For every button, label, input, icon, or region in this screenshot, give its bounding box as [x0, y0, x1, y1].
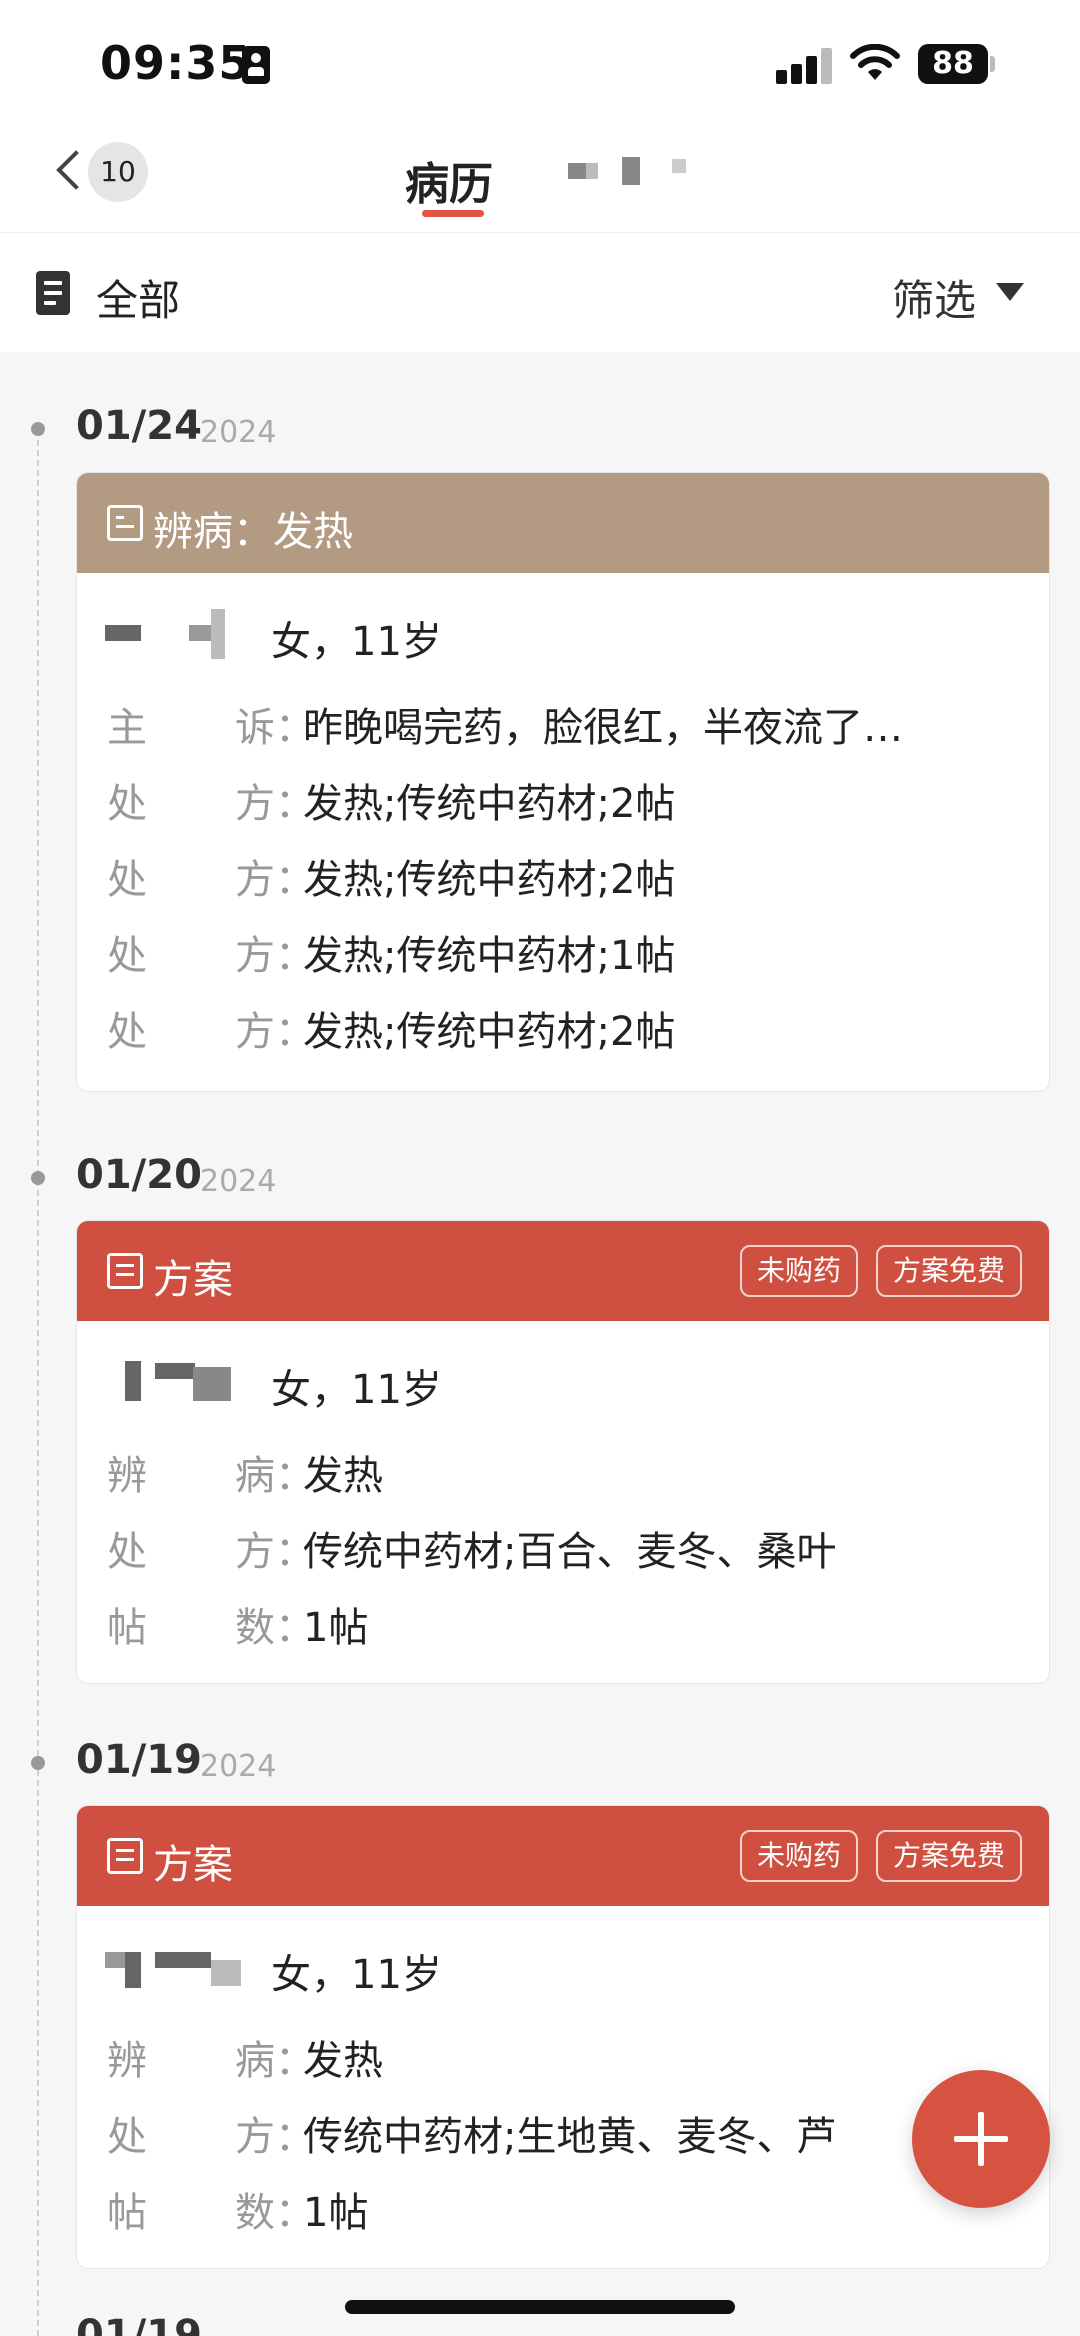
record-row: 处 方： 发热;传统中药材;2帖 [107, 771, 1027, 827]
row-label: 处 [107, 1529, 147, 1575]
row-label: 处 [107, 781, 147, 827]
row-label: 帖 [107, 2190, 147, 2236]
card-title: 方案 [153, 1842, 233, 1888]
row-value: 昨晚喝完药，脸很红，半夜流了… [303, 705, 903, 751]
wifi-icon [850, 44, 900, 80]
plan-icon [107, 1253, 143, 1289]
record-row: 辨 病： 发热 [107, 2028, 1027, 2084]
record-row: 处 方： 发热;传统中药材;1帖 [107, 923, 1027, 979]
record-row: 处 方： 发热;传统中药材;2帖 [107, 999, 1027, 1055]
row-label: 辨 [107, 1453, 147, 1499]
record-icon [107, 505, 143, 541]
row-value: 发热;传统中药材;2帖 [303, 1009, 676, 1055]
tag-not-purchased: 未购药 [740, 1830, 858, 1882]
plan-icon [107, 1838, 143, 1874]
timeline-dot [31, 1171, 45, 1185]
status-time: 09:35 [100, 36, 252, 90]
redacted-name [125, 1952, 141, 1988]
entry-year: 2024 [200, 415, 277, 450]
row-value: 1帖 [303, 1605, 369, 1651]
patient-info: 女，11岁 [271, 1367, 442, 1413]
nav-bar: 10 病历 [0, 120, 1080, 232]
record-row: 处 方： 传统中药材;百合、麦冬、桑叶 [107, 1519, 1027, 1575]
record-row: 处 方： 发热;传统中药材;2帖 [107, 847, 1027, 903]
row-label: 帖 [107, 1605, 147, 1651]
row-label: 主 [107, 705, 147, 751]
tag-plan-free: 方案免费 [876, 1245, 1022, 1297]
add-record-button[interactable] [912, 2070, 1050, 2208]
tag-plan-free: 方案免费 [876, 1830, 1022, 1882]
plan-card[interactable]: 方案 未购药 方案免费 女，11岁 辨 病： 发热 处 方： 传统中药材;百合、… [76, 1220, 1050, 1684]
tab-underline [422, 210, 484, 217]
record-row: 处 方： 传统中药材;生地黄、麦冬、芦 [107, 2104, 1027, 2160]
card-header: 方案 未购药 方案免费 [77, 1806, 1049, 1906]
entry-year: 2024 [200, 1749, 277, 1784]
entry-date-partial: 01/19 [76, 2312, 202, 2336]
filter-all-button[interactable]: 全部 [96, 267, 180, 328]
row-value: 传统中药材;百合、麦冬、桑叶 [303, 1529, 837, 1575]
row-label: 处 [107, 2114, 147, 2160]
patient-info: 女，11岁 [271, 1952, 442, 1998]
battery-icon: 88 [918, 44, 988, 84]
redacted-name [105, 625, 141, 641]
entry-date: 01/20 [76, 1152, 202, 1198]
card-header: 方案 未购药 方案免费 [77, 1221, 1049, 1321]
row-label: 处 [107, 933, 147, 979]
card-title: 辨病：发热 [153, 509, 353, 555]
redacted-name [193, 1367, 231, 1401]
row-label: 处 [107, 1009, 147, 1055]
tag-not-purchased: 未购药 [740, 1245, 858, 1297]
record-card[interactable]: 辨病：发热 女，11岁 主 诉： 昨晚喝完药，脸很红，半夜流了… 处 方： 发热… [76, 472, 1050, 1092]
timeline-dot [31, 1756, 45, 1770]
home-indicator[interactable] [345, 2300, 735, 2314]
redacted-name [211, 1960, 241, 1986]
entry-date: 01/24 [76, 403, 202, 449]
tab-redacted[interactable] [568, 155, 698, 191]
row-value: 传统中药材;生地黄、麦冬、芦 [303, 2114, 837, 2160]
filter-button[interactable]: 筛选 [892, 267, 976, 328]
timeline-dot [31, 422, 45, 436]
entry-date: 01/19 [76, 1737, 202, 1783]
redacted-name [125, 1361, 141, 1401]
row-value: 发热 [303, 1453, 383, 1499]
row-label: 处 [107, 857, 147, 903]
filter-bar: 全部 筛选 [0, 232, 1080, 352]
status-bar: 09:35 88 [0, 0, 1080, 120]
row-value: 发热;传统中药材;2帖 [303, 857, 676, 903]
row-value: 1帖 [303, 2190, 369, 2236]
tab-medical-record[interactable]: 病历 [405, 148, 493, 212]
back-button[interactable]: 10 [50, 142, 160, 208]
record-row: 主 诉： 昨晚喝完药，脸很红，半夜流了… [107, 695, 1027, 751]
record-row: 帖 数： 1帖 [107, 2180, 1027, 2236]
entry-year: 2024 [200, 1164, 277, 1199]
record-row: 帖 数： 1帖 [107, 1595, 1027, 1651]
patient-row: 女，11岁 [77, 1357, 977, 1413]
row-value: 发热 [303, 2038, 383, 2084]
back-count-badge: 10 [88, 142, 148, 202]
patient-row: 女，11岁 [77, 609, 977, 665]
card-title: 方案 [153, 1257, 233, 1303]
redacted-name [211, 609, 225, 659]
cellular-signal-icon [776, 48, 832, 84]
patient-row: 女，11岁 [77, 1942, 977, 1998]
timeline-line [37, 430, 39, 2336]
document-icon [36, 271, 70, 315]
redacted-name [155, 1363, 195, 1379]
record-row: 辨 病： 发热 [107, 1443, 1027, 1499]
battery-tip [990, 56, 995, 72]
plan-card[interactable]: 方案 未购药 方案免费 女，11岁 辨 病： 发热 处 方： 传统中药材;生地黄… [76, 1805, 1050, 2269]
id-card-icon [242, 46, 270, 84]
redacted-name [155, 1952, 211, 1968]
row-value: 发热;传统中药材;2帖 [303, 781, 676, 827]
card-header: 辨病：发热 [77, 473, 1049, 573]
patient-info: 女，11岁 [271, 619, 442, 665]
row-value: 发热;传统中药材;1帖 [303, 933, 676, 979]
row-label: 辨 [107, 2038, 147, 2084]
triangle-down-icon[interactable] [996, 283, 1024, 301]
